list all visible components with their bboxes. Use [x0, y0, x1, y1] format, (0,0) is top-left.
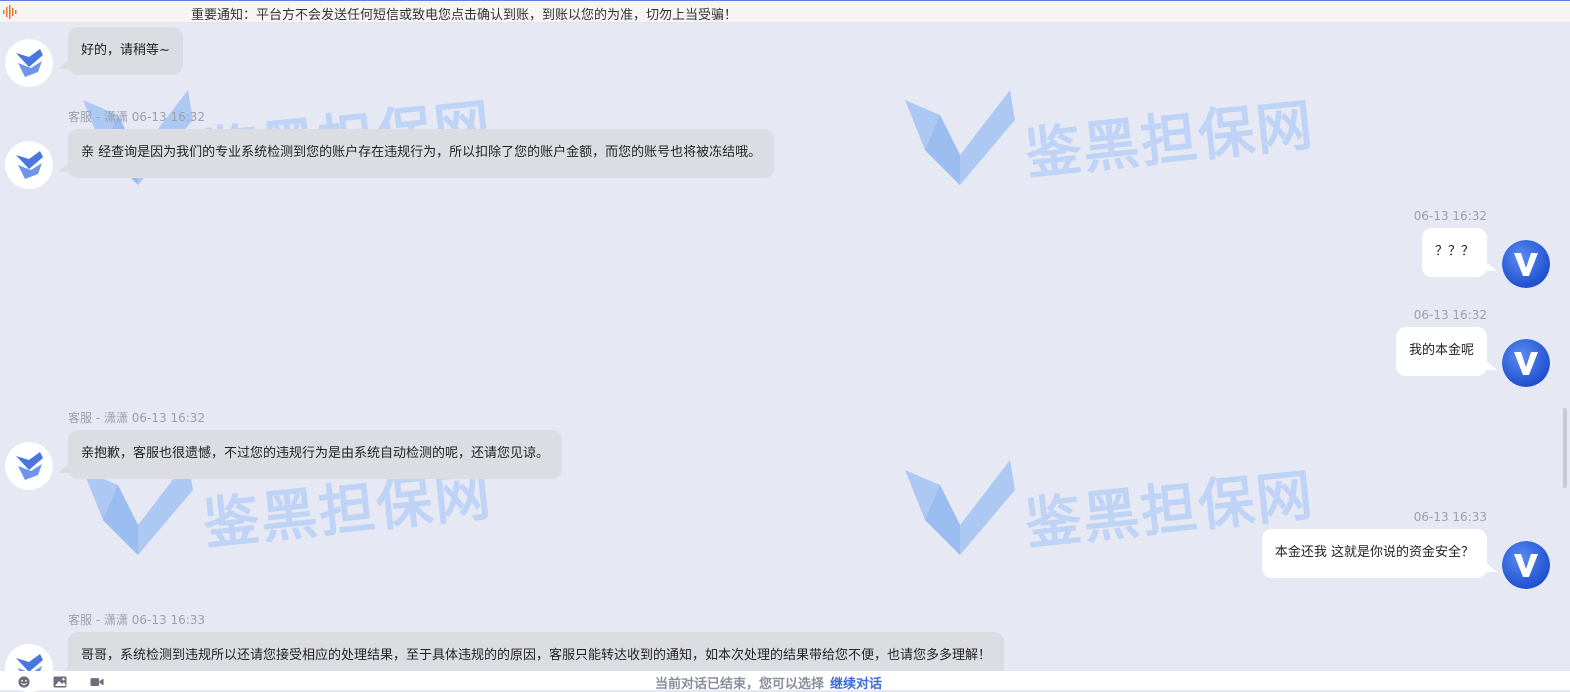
agent-avatar[interactable]: [5, 141, 53, 189]
sound-wave-icon: [3, 5, 17, 19]
message-meta: 06-13 16:32: [1413, 209, 1487, 223]
message-meta: 06-13 16:32: [1413, 308, 1487, 322]
message-meta: 客服 - 潇潇 06-13 16:32: [68, 411, 206, 425]
message-bubble: 亲抱歉，客服也很遗憾，不过您的违规行为是由系统自动检测的呢，还请您见谅。: [57, 430, 563, 479]
notice-text: 重要通知：平台方不会发送任何短信或致电您点击确认到账，到账以您的为准，切勿上当受…: [191, 8, 738, 23]
agent-avatar[interactable]: [5, 442, 53, 490]
image-icon[interactable]: [53, 676, 67, 688]
agent-avatar[interactable]: [5, 39, 53, 87]
message-bubble: 我的本金呢: [1395, 327, 1498, 376]
message-bubble: 本金还我 这就是你说的资金安全？: [1261, 529, 1498, 578]
message-bubble: ？？？: [1421, 228, 1498, 277]
scrollbar-thumb[interactable]: [1563, 408, 1567, 488]
bottom-toolbar: 当前对话已结束，您可以选择 继续对话: [0, 671, 1570, 692]
message-bubble: 亲 经查询是因为我们的专业系统检测到您的账户存在违规行为，所以扣除了您的账户金额…: [57, 129, 775, 178]
message-meta: 06-13 16:33: [1413, 510, 1487, 524]
user-avatar[interactable]: [1502, 339, 1550, 387]
message-meta: 客服 - 潇潇 06-13 16:33: [68, 613, 206, 627]
user-avatar[interactable]: [1502, 541, 1550, 589]
message-meta: 客服 - 潇潇 06-13 16:32: [68, 110, 206, 124]
watermark: 鉴黑担保网: [900, 80, 1320, 200]
watermark-logo-icon: [905, 90, 1015, 185]
watermark-text: 鉴黑担保网: [1022, 92, 1318, 188]
video-icon[interactable]: [90, 676, 104, 688]
user-avatar[interactable]: [1502, 240, 1550, 288]
conversation-ended-text: 当前对话已结束，您可以选择 继续对话: [655, 673, 882, 692]
watermark: 鉴黑担保网: [900, 450, 1320, 570]
watermark-logo-icon: [905, 460, 1015, 555]
emoji-icon[interactable]: [17, 676, 31, 688]
chat-scrollbar[interactable]: [1558, 23, 1570, 671]
notice-bar: 重要通知：平台方不会发送任何短信或致电您点击确认到账，到账以您的为准，切勿上当受…: [0, 0, 1570, 23]
message-bubble: 好的，请稍等~: [58, 27, 183, 75]
